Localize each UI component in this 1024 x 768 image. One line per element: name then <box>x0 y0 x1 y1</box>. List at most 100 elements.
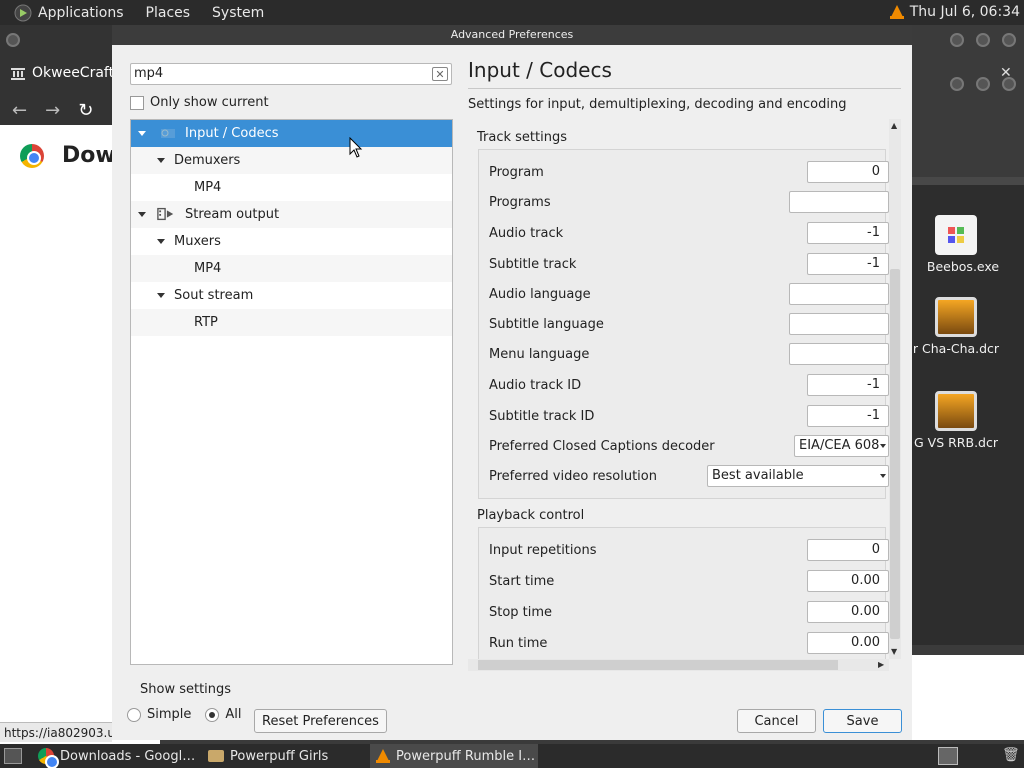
taskbar-item-powerpuff-girls[interactable]: Powerpuff Girls <box>202 744 368 768</box>
system-menu[interactable]: System <box>204 5 272 21</box>
workspace-switcher[interactable] <box>938 747 958 765</box>
checkbox-box[interactable] <box>130 95 144 110</box>
radio-simple-label[interactable]: Simple <box>147 707 191 722</box>
option-label: Preferred Closed Captions decoder <box>489 439 715 454</box>
option-label: Run time <box>489 636 548 651</box>
vlc-tray-icon[interactable] <box>889 5 904 19</box>
show-settings-label: Show settings <box>140 682 232 697</box>
browser-tab-label: OkweeCraft <box>32 65 115 81</box>
image-file-icon <box>935 297 977 337</box>
video-resolution-dropdown[interactable]: Best available <box>707 465 889 487</box>
save-button[interactable]: Save <box>823 709 902 733</box>
window-control-icon[interactable] <box>1002 33 1016 47</box>
link-status-url: https://ia802903.u <box>0 722 112 742</box>
tree-item-demuxers[interactable]: Demuxers <box>131 147 452 174</box>
option-label: Menu language <box>489 347 590 362</box>
tree-item-muxers[interactable]: Muxers <box>131 228 452 255</box>
codecs-icon <box>161 129 175 138</box>
programs-field[interactable] <box>789 191 889 213</box>
subtitle-track-id-spinbox[interactable]: -1 <box>807 405 889 427</box>
scrollbar-thumb[interactable] <box>890 269 900 639</box>
category-tree[interactable]: Input / Codecs Demuxers MP4 Stream outpu… <box>130 119 453 665</box>
window-control-icon[interactable] <box>976 77 990 91</box>
tree-item-rtp[interactable]: RTP <box>131 309 452 336</box>
expand-arrow-icon[interactable] <box>157 158 165 163</box>
tree-item-label: Input / Codecs <box>185 126 279 141</box>
tree-item-mp4-demux[interactable]: MP4 <box>131 174 452 201</box>
group-title-playback: Playback control <box>477 508 585 523</box>
expand-arrow-icon[interactable] <box>138 212 146 217</box>
applications-menu[interactable]: Applications <box>6 4 132 22</box>
file-item[interactable]: G VS RRB.dcr <box>900 391 1012 450</box>
cancel-button[interactable]: Cancel <box>737 709 816 733</box>
scroll-down-icon[interactable]: ▼ <box>891 647 897 656</box>
audio-track-id-spinbox[interactable]: -1 <box>807 374 889 396</box>
divider <box>468 88 901 89</box>
input-repetitions-spinbox[interactable]: 0 <box>807 539 889 561</box>
group-title-track: Track settings <box>477 130 567 145</box>
folder-icon <box>208 750 224 762</box>
option-label: Start time <box>489 574 555 589</box>
scrollbar-thumb[interactable] <box>478 660 838 670</box>
expand-arrow-icon[interactable] <box>157 239 165 244</box>
trash-icon[interactable]: 🗑 <box>1002 747 1020 763</box>
taskbar-item-powerpuff-rumble[interactable]: Powerpuff Rumble I… <box>370 744 538 768</box>
places-menu[interactable]: Places <box>138 5 199 21</box>
option-label: Audio track ID <box>489 378 582 393</box>
vlc-icon <box>376 749 390 763</box>
forward-arrow-icon[interactable]: → <box>45 100 60 121</box>
tree-item-mp4-mux[interactable]: MP4 <box>131 255 452 282</box>
radio-all[interactable] <box>205 707 220 722</box>
clear-search-icon[interactable]: ✕ <box>432 67 448 81</box>
window-control-icon[interactable] <box>976 33 990 47</box>
scroll-up-icon[interactable]: ▲ <box>891 121 897 130</box>
tree-item-stream-output[interactable]: Stream output <box>131 201 452 228</box>
subtitle-track-spinbox[interactable]: -1 <box>807 253 889 275</box>
file-item[interactable]: r Cha-Cha.dcr <box>900 297 1012 356</box>
show-desktop-icon[interactable] <box>4 748 22 764</box>
option-label: Programs <box>489 195 551 210</box>
window-control-icon[interactable] <box>950 77 964 91</box>
search-input[interactable]: mp4 <box>130 63 452 85</box>
subtitle-language-field[interactable] <box>789 313 889 335</box>
back-arrow-icon[interactable]: ← <box>12 100 27 121</box>
tree-item-input-codecs[interactable]: Input / Codecs <box>131 120 452 147</box>
reload-icon[interactable]: ↻ <box>78 100 93 121</box>
tree-item-label: MP4 <box>194 180 222 195</box>
only-show-current-checkbox[interactable]: Only show current <box>130 95 269 110</box>
expand-arrow-icon[interactable] <box>138 131 146 136</box>
tree-item-label: Stream output <box>185 207 280 222</box>
audio-language-field[interactable] <box>789 283 889 305</box>
taskbar-item-label: Powerpuff Rumble I… <box>396 748 536 764</box>
window-control-icon[interactable] <box>1002 77 1016 91</box>
file-name: G VS RRB.dcr <box>914 435 998 450</box>
tree-item-sout-stream[interactable]: Sout stream <box>131 282 452 309</box>
file-item[interactable]: Beebos.exe <box>900 215 1012 274</box>
program-spinbox[interactable]: 0 <box>807 161 889 183</box>
exe-file-icon <box>935 215 977 255</box>
horizontal-scrollbar[interactable]: ▶ <box>468 659 889 671</box>
start-time-spinbox[interactable]: 0.00 <box>807 570 889 592</box>
cc-decoder-dropdown[interactable]: EIA/CEA 608 <box>794 435 889 457</box>
chevron-down-icon <box>880 444 886 448</box>
window-control-icon[interactable] <box>950 33 964 47</box>
tree-item-label: Sout stream <box>174 288 254 303</box>
radio-simple[interactable] <box>127 707 141 722</box>
scroll-right-icon[interactable]: ▶ <box>878 660 884 669</box>
clock-text: Thu Jul 6, 06:34 <box>909 4 1020 20</box>
stop-time-spinbox[interactable]: 0.00 <box>807 601 889 623</box>
reset-preferences-button[interactable]: Reset Preferences <box>254 709 387 733</box>
window-control-icon[interactable] <box>6 33 20 47</box>
dropdown-value: EIA/CEA 608 <box>799 438 880 453</box>
clock[interactable]: Thu Jul 6, 06:34 <box>889 4 1020 20</box>
expand-arrow-icon[interactable] <box>157 293 165 298</box>
taskbar-item-downloads[interactable]: Downloads - Googl… <box>32 744 200 768</box>
dialog-titlebar[interactable]: Advanced Preferences <box>112 25 912 45</box>
audio-track-spinbox[interactable]: -1 <box>807 222 889 244</box>
menu-language-field[interactable] <box>789 343 889 365</box>
vertical-scrollbar[interactable]: ▲ ▼ <box>889 119 901 659</box>
option-label: Program <box>489 165 544 180</box>
radio-all-label[interactable]: All <box>225 707 241 722</box>
run-time-spinbox[interactable]: 0.00 <box>807 632 889 654</box>
taskbar-item-label: Downloads - Googl… <box>60 748 196 764</box>
